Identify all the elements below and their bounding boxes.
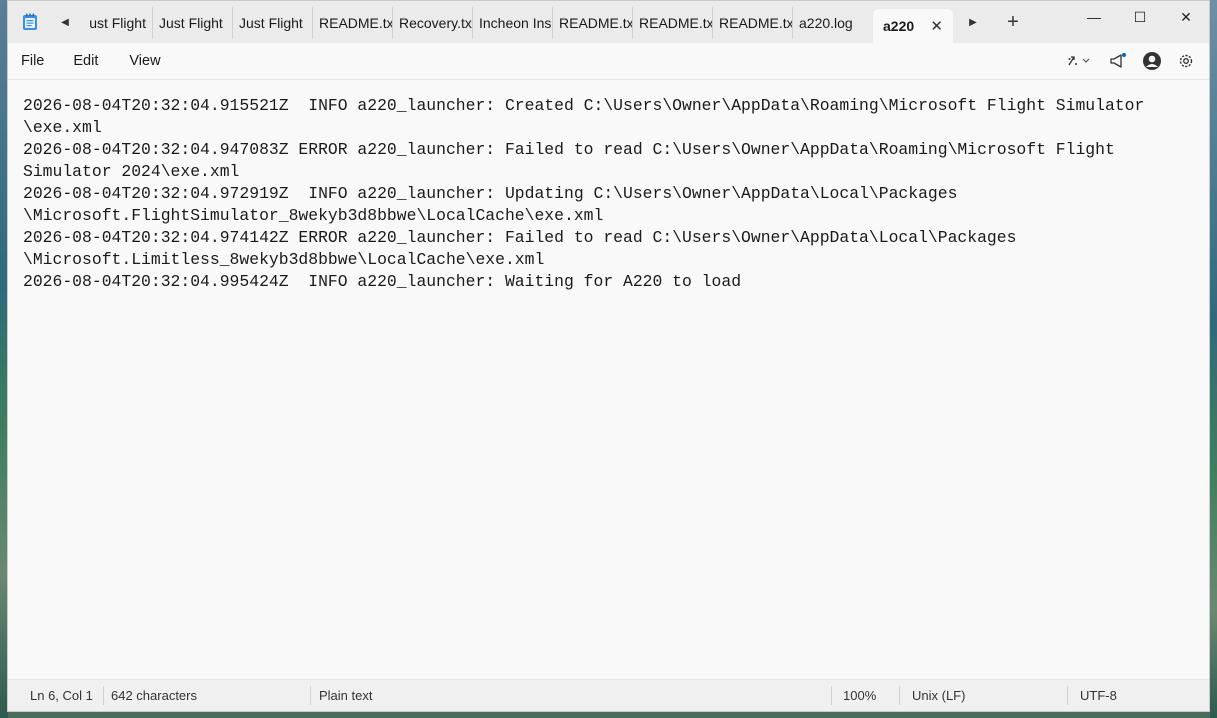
tab-strip: ust Flight Just Flight Just Flight READM… [78, 1, 953, 43]
tab-just-flight-1[interactable]: ust Flight [78, 7, 153, 39]
tab-label: Just Flight [239, 15, 303, 31]
tab-label: README.tx [639, 15, 713, 31]
tab-readme-1[interactable]: README.tx [313, 7, 393, 39]
copilot-icon[interactable] [1057, 45, 1101, 77]
tab-label: Recovery.tx [399, 15, 472, 31]
tab-just-flight-3[interactable]: Just Flight [233, 7, 313, 39]
close-button[interactable]: ✕ [1163, 1, 1209, 33]
log-line: \exe.xml [23, 118, 102, 137]
tab-label: a220.log [799, 15, 853, 31]
tab-incheon[interactable]: Incheon Ins [473, 7, 553, 39]
tab-just-flight-2[interactable]: Just Flight [153, 7, 233, 39]
status-bar: Ln 6, Col 1 642 characters Plain text 10… [8, 679, 1209, 711]
log-line: 2026-08-04T20:32:04.972919Z INFO a220_la… [23, 184, 958, 203]
log-line: \Microsoft.FlightSimulator_8wekyb3d8bbwe… [23, 206, 604, 225]
log-line: 2026-08-04T20:32:04.995424Z INFO a220_la… [23, 272, 742, 291]
status-separator [831, 686, 832, 705]
menu-edit[interactable]: Edit [61, 53, 110, 69]
notepad-icon [8, 1, 52, 43]
desktop-background-right [1210, 0, 1217, 718]
tab-label: a220 [883, 18, 915, 34]
title-bar: ◀ ust Flight Just Flight Just Flight REA… [8, 1, 1209, 43]
account-icon[interactable] [1135, 45, 1169, 77]
toolbar-right [1057, 43, 1203, 79]
tab-a220-log[interactable]: a220.log [793, 7, 873, 39]
log-line: Simulator 2024\exe.xml [23, 162, 240, 181]
text-format[interactable]: Plain text [319, 680, 372, 711]
tab-label: README.tx [559, 15, 633, 31]
close-tab-icon[interactable]: ✕ [930, 17, 943, 35]
log-line: 2026-08-04T20:32:04.915521Z INFO a220_la… [23, 96, 1145, 115]
zoom-level[interactable]: 100% [843, 680, 876, 711]
log-line: \Microsoft.Limitless_8wekyb3d8bbwe\Local… [23, 250, 545, 269]
status-separator [310, 686, 311, 705]
status-separator [899, 686, 900, 705]
tab-label: Just Flight [159, 15, 223, 31]
encoding[interactable]: UTF-8 [1080, 680, 1117, 711]
tab-recovery[interactable]: Recovery.tx [393, 7, 473, 39]
menu-view[interactable]: View [117, 53, 172, 69]
megaphone-icon[interactable] [1101, 45, 1135, 77]
window-controls: — ☐ ✕ [1071, 1, 1209, 33]
maximize-button[interactable]: ☐ [1117, 1, 1163, 33]
tab-label: Incheon Ins [479, 15, 552, 31]
minimize-button[interactable]: — [1071, 1, 1117, 33]
tab-label: ust Flight [89, 15, 146, 31]
character-count: 642 characters [111, 688, 197, 703]
status-separator [1067, 686, 1068, 705]
log-line: 2026-08-04T20:32:04.947083Z ERROR a220_l… [23, 140, 1115, 159]
text-editor[interactable]: 2026-08-04T20:32:04.915521Z INFO a220_la… [8, 80, 1209, 679]
chevron-right-icon[interactable]: ▶ [953, 1, 993, 43]
tab-readme-2[interactable]: README.tx [553, 7, 633, 39]
tab-label: README.tx [319, 15, 393, 31]
tab-label: README.tx [719, 15, 793, 31]
status-separator [103, 686, 104, 705]
new-tab-button[interactable]: + [993, 1, 1033, 43]
notepad-window: ◀ ust Flight Just Flight Just Flight REA… [7, 0, 1210, 712]
chevron-left-icon[interactable]: ◀ [52, 1, 78, 43]
menu-file[interactable]: File [9, 53, 56, 69]
tab-a220-active[interactable]: a220 ✕ [873, 9, 953, 43]
tab-readme-3[interactable]: README.tx [633, 7, 713, 39]
tab-readme-4[interactable]: README.tx [713, 7, 793, 39]
menu-bar: File Edit View [8, 43, 1209, 80]
line-endings[interactable]: Unix (LF) [912, 680, 965, 711]
log-line: 2026-08-04T20:32:04.974142Z ERROR a220_l… [23, 228, 1017, 247]
gear-icon[interactable] [1169, 45, 1203, 77]
cursor-position[interactable]: Ln 6, Col 1 [30, 680, 93, 711]
